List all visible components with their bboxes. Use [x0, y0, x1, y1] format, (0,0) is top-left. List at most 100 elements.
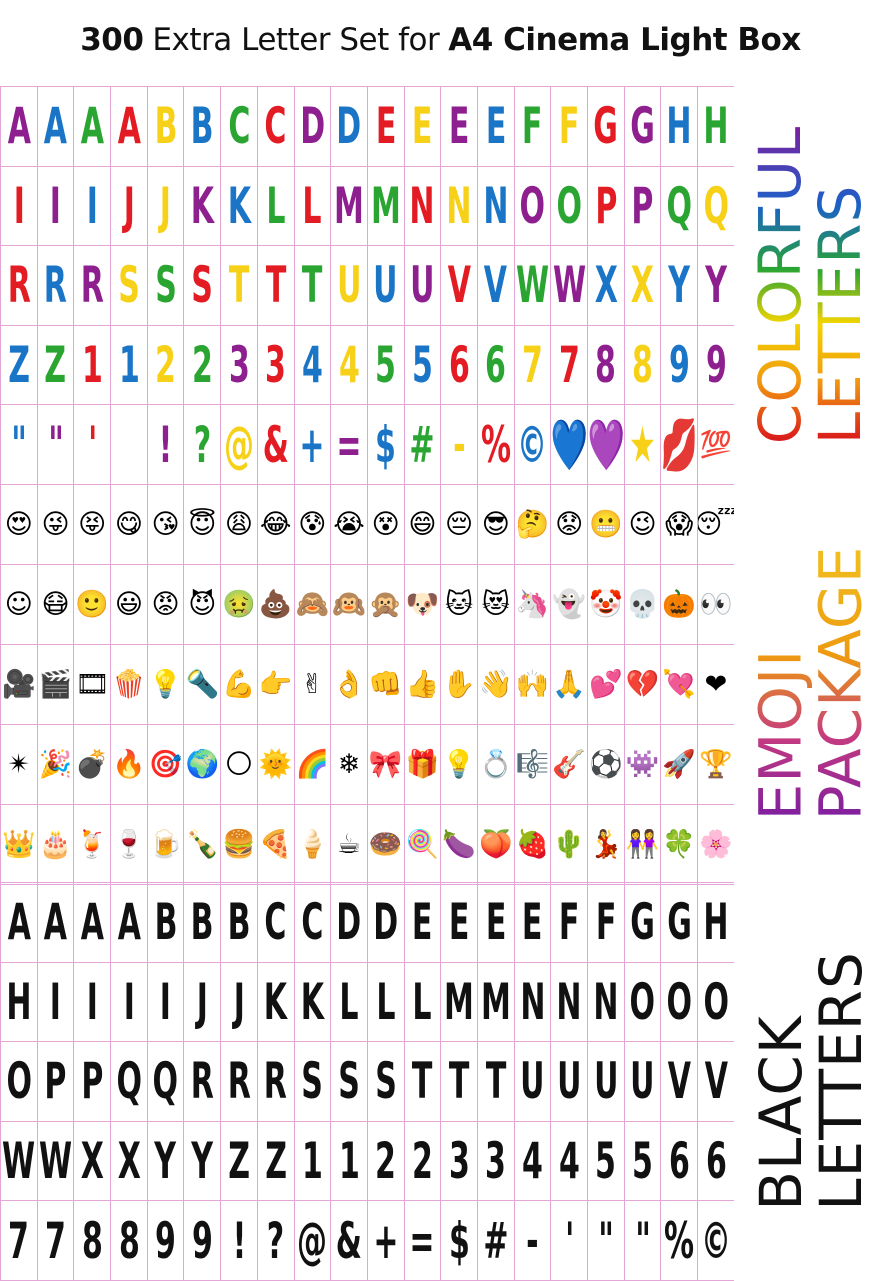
- emoji-tile: 🙌: [514, 645, 552, 725]
- colorful-letter-glyph: 7: [558, 336, 580, 395]
- black-letter-glyph: T: [485, 1052, 507, 1111]
- colorful-letter-tile: K: [184, 166, 222, 247]
- black-letter-glyph: ": [634, 1211, 651, 1270]
- emoji-tile: 🎸: [551, 725, 588, 805]
- black-letter-tile: I: [147, 962, 185, 1043]
- colorful-letter-glyph: O: [556, 176, 582, 235]
- black-letters-label: BLACK LETTERS: [747, 882, 875, 1280]
- colorful-letter-tile: L: [294, 166, 332, 247]
- black-letter-tile: 8: [74, 1201, 112, 1281]
- colorful-letter-tile: V: [477, 246, 515, 326]
- black-letter-tile: 6: [661, 1121, 699, 1202]
- colorful-letter-glyph: T: [265, 256, 286, 315]
- colorful-letter-glyph: 3: [228, 336, 250, 395]
- emoji-tile: 💀: [624, 565, 662, 645]
- colorful-letter-tile: 5: [404, 325, 442, 406]
- emoji-tile: 🍹: [74, 805, 112, 885]
- emoji-tile: 🍔: [221, 805, 258, 885]
- colorful-letter-glyph: ?: [193, 415, 211, 474]
- black-letter-tile: S: [331, 1042, 368, 1122]
- black-letter-glyph: I: [49, 972, 62, 1031]
- emoji-tile: 😜: [37, 485, 75, 565]
- colorful-letter-glyph: T: [228, 256, 250, 315]
- emoji-tile: 😍: [1, 485, 38, 565]
- emoji-tile: 😷: [37, 565, 75, 645]
- black-letter-glyph: Z: [228, 1132, 250, 1191]
- black-letter-glyph: Y: [191, 1132, 214, 1191]
- colorful-letter-tile: U: [331, 246, 368, 326]
- black-letter-glyph: Q: [152, 1052, 179, 1111]
- black-letter-glyph: N: [593, 972, 619, 1031]
- black-letter-glyph: L: [376, 972, 396, 1031]
- emoji-tile: 🦄: [514, 565, 552, 645]
- colorful-letter-glyph: O: [519, 176, 546, 235]
- colorful-letter-glyph: 💯: [699, 429, 733, 460]
- black-letter-glyph: V: [667, 1052, 691, 1111]
- colorful-letter-glyph: D: [336, 97, 362, 156]
- colorful-letter-tile: R: [74, 246, 112, 326]
- emoji-tile: 👻: [551, 565, 588, 645]
- colorful-letter-tile: Y: [661, 246, 699, 326]
- black-letter-glyph: X: [117, 1132, 141, 1191]
- colorful-letter-tile: N: [441, 166, 478, 247]
- black-letters-grid: AAAABBBCCDDEEEEFFGGHHIIIIJJKKLLLMMNNNOOO…: [0, 882, 734, 1281]
- colorful-letter-tile: Z: [1, 325, 38, 406]
- emoji-tile: 😟: [551, 485, 588, 565]
- black-letter-glyph: N: [519, 972, 546, 1031]
- black-letter-glyph: I: [160, 972, 172, 1031]
- black-letter-glyph: O: [629, 972, 656, 1031]
- black-letter-glyph: T: [448, 1052, 470, 1111]
- black-letter-tile: ': [551, 1201, 588, 1281]
- colorful-letter-tile: M: [367, 166, 405, 247]
- black-letter-tile: C: [294, 883, 332, 963]
- colorful-letter-tile: 8: [588, 325, 625, 406]
- emoji-tile: 🙉: [331, 565, 368, 645]
- colorful-letter-glyph: #: [409, 415, 435, 474]
- colorful-letter-glyph: M: [334, 176, 364, 235]
- emoji-tile: 😴: [698, 485, 734, 565]
- black-letter-tile: 5: [624, 1121, 662, 1202]
- colorful-letter-tile: H: [661, 87, 699, 167]
- black-letter-glyph: ': [564, 1211, 574, 1270]
- colorful-letter-glyph: L: [266, 176, 286, 235]
- emoji-tile: 🎂: [37, 805, 75, 885]
- black-letter-glyph: J: [196, 972, 208, 1031]
- emoji-tile: 💡: [441, 725, 478, 805]
- black-letter-glyph: K: [264, 972, 288, 1031]
- black-letter-tile: L: [404, 962, 442, 1043]
- black-letter-glyph: E: [485, 893, 507, 952]
- black-letter-tile: $: [441, 1201, 478, 1281]
- colorful-letter-glyph: R: [7, 256, 31, 315]
- colorful-letter-tile: T: [221, 246, 258, 326]
- black-letter-glyph: U: [630, 1052, 655, 1111]
- black-letter-tile: H: [698, 883, 734, 963]
- colorful-letter-glyph: E: [412, 97, 433, 156]
- colorful-letter-tile: ': [74, 405, 112, 485]
- colorful-letter-tile: C: [221, 87, 258, 167]
- black-letter-glyph: O: [703, 972, 729, 1031]
- colorful-letter-tile: D: [294, 87, 332, 167]
- emoji-tile: 😻: [477, 565, 515, 645]
- colorful-letter-glyph: C: [264, 97, 287, 156]
- black-letter-tile: =: [404, 1201, 442, 1281]
- emoji-tile: 😩: [221, 485, 258, 565]
- colorful-letter-glyph: M: [370, 176, 401, 235]
- colorful-letter-tile: X: [624, 246, 662, 326]
- black-letter-glyph: H: [703, 893, 729, 952]
- black-letter-tile: 7: [37, 1201, 75, 1281]
- colorful-letter-tile: W: [514, 246, 552, 326]
- black-letter-tile: 9: [184, 1201, 222, 1281]
- colorful-letter-glyph: W: [552, 256, 586, 315]
- black-letter-glyph: F: [558, 893, 580, 952]
- colorful-letter-glyph: E: [448, 97, 470, 156]
- emoji-tile: 🐶: [404, 565, 442, 645]
- colorful-label-line1: COLORFUL: [746, 125, 815, 445]
- colorful-letter-tile: 2: [147, 325, 185, 406]
- black-letter-glyph: 4: [522, 1132, 543, 1191]
- emoji-grid: 😍😜😝😋😘😇😩😂😰😭😵😄😔😎🤔😟😬😉😱😴 ☺😷🙂😃😡😈🤢💩🙈🙉🙊🐶🐱😻🦄👻🤡💀🎃👀…: [0, 484, 734, 885]
- emoji-tile: 👀: [698, 565, 734, 645]
- colorful-letter-glyph: N: [483, 176, 509, 235]
- black-letter-tile: B: [221, 883, 258, 963]
- black-letter-tile: Y: [147, 1121, 185, 1202]
- emoji-tile: 😎: [477, 485, 515, 565]
